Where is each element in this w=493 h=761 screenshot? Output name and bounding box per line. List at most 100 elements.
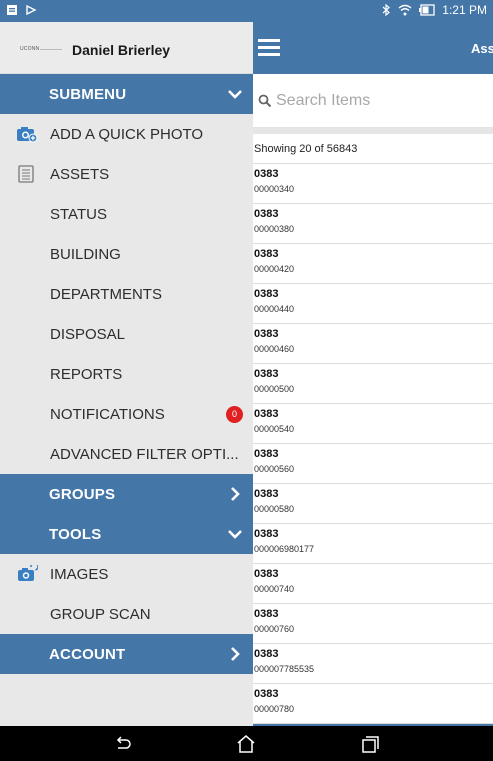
section-submenu[interactable]: SUBMENU xyxy=(0,74,253,114)
item-title: 0383 xyxy=(254,208,279,220)
section-groups[interactable]: GROUPS xyxy=(0,474,253,514)
chevron-right-icon xyxy=(231,647,240,661)
wifi-icon xyxy=(398,4,412,16)
item-title: 0383 xyxy=(254,528,279,540)
status-bar-left xyxy=(6,4,37,16)
menu-item-label: ADD A QUICK PHOTO xyxy=(50,126,204,143)
menu-item-label: DISPOSAL xyxy=(50,326,126,343)
item-id: 00000380 xyxy=(254,224,295,234)
item-id: 00000760 xyxy=(254,624,295,634)
menu-item-notifications[interactable]: NOTIFICATIONS 0 xyxy=(0,394,253,434)
search-input[interactable] xyxy=(276,88,476,114)
menu-item-advanced-filter[interactable]: ADVANCED FILTER OPTI... xyxy=(0,434,253,474)
list-item[interactable]: 0383 00000500 xyxy=(248,364,493,404)
navigation-drawer: UCONN Daniel Brierley SUBMENU ADD A QUIC… xyxy=(0,22,253,726)
list-item[interactable]: 0383 00000780 xyxy=(248,684,493,724)
item-id: 00000540 xyxy=(254,424,295,434)
menu-item-building[interactable]: BUILDING xyxy=(0,234,253,274)
list-item[interactable]: 0383 00000420 xyxy=(248,244,493,284)
list-item[interactable]: 0383 00000580 xyxy=(248,484,493,524)
user-name: Daniel Brierley xyxy=(72,42,171,58)
menu-item-reports[interactable]: REPORTS xyxy=(0,354,253,394)
list-item[interactable]: 0383 00000440 xyxy=(248,284,493,324)
menu-item-label: BUILDING xyxy=(50,246,121,263)
menu-item-images[interactable]: IMAGES xyxy=(0,554,253,594)
recent-apps-icon[interactable] xyxy=(360,734,380,754)
menu-item-add-quick-photo[interactable]: ADD A QUICK PHOTO xyxy=(0,114,253,154)
list-item[interactable]: 0383 00000380 xyxy=(248,204,493,244)
menu-item-label: ADVANCED FILTER OPTI... xyxy=(50,446,239,463)
section-label: SUBMENU xyxy=(49,86,127,103)
menu-item-label: STATUS xyxy=(50,206,107,223)
section-label: TOOLS xyxy=(49,526,102,543)
item-title: 0383 xyxy=(254,568,279,580)
item-id: 00000740 xyxy=(254,584,295,594)
item-id: 00000580 xyxy=(254,504,295,514)
search-bar[interactable] xyxy=(248,74,493,128)
menu-item-label: ASSETS xyxy=(50,166,110,183)
results-count: Showing 20 of 56843 xyxy=(248,134,493,164)
menu-icon[interactable] xyxy=(258,39,280,56)
chevron-right-icon xyxy=(231,487,240,501)
item-title: 0383 xyxy=(254,648,279,660)
logo: UCONN xyxy=(20,46,40,52)
item-title: 0383 xyxy=(254,368,279,380)
item-title: 0383 xyxy=(254,248,279,260)
menu-item-disposal[interactable]: DISPOSAL xyxy=(0,314,253,354)
list-item[interactable]: 0383 00000540 xyxy=(248,404,493,444)
back-icon[interactable] xyxy=(113,734,133,754)
chevron-down-icon xyxy=(228,530,242,539)
item-title: 0383 xyxy=(254,488,279,500)
home-icon[interactable] xyxy=(236,734,256,754)
section-label: GROUPS xyxy=(49,486,116,503)
section-account[interactable]: ACCOUNT xyxy=(0,634,253,674)
item-title: 0383 xyxy=(254,288,279,300)
item-title: 0383 xyxy=(254,608,279,620)
chevron-down-icon xyxy=(228,90,242,99)
cast-icon xyxy=(26,4,37,16)
item-title: 0383 xyxy=(254,448,279,460)
camera-refresh-icon xyxy=(18,565,38,581)
item-title: 0383 xyxy=(254,328,279,340)
item-title: 0383 xyxy=(254,168,279,180)
item-id: 00000560 xyxy=(254,464,295,474)
menu-item-label: GROUP SCAN xyxy=(50,606,151,623)
item-id: 000006980177 xyxy=(254,544,315,554)
main-panel: Ass Showing 20 of 56843 0383 00000340 038… xyxy=(248,22,493,728)
asset-list: 0383 00000340 0383 00000380 0383 00000420 0… xyxy=(248,164,493,724)
system-nav-bar xyxy=(0,726,493,761)
item-id: 00000420 xyxy=(254,264,295,274)
notification-icon xyxy=(7,5,17,15)
menu-item-status[interactable]: STATUS xyxy=(0,194,253,234)
bluetooth-icon xyxy=(382,4,391,16)
menu-item-label: NOTIFICATIONS xyxy=(50,406,165,423)
document-icon xyxy=(18,165,34,183)
list-item[interactable]: 0383 00000560 xyxy=(248,444,493,484)
list-item[interactable]: 0383 000007785535 xyxy=(248,644,493,684)
search-icon xyxy=(258,94,272,108)
menu-item-assets[interactable]: ASSETS xyxy=(0,154,253,194)
list-item[interactable]: 0383 00000460 xyxy=(248,324,493,364)
status-bar-right: 1:21 PM xyxy=(382,3,487,17)
notification-count-badge: 0 xyxy=(226,406,243,423)
item-id: 00000780 xyxy=(254,704,295,714)
menu-item-label: DEPARTMENTS xyxy=(50,286,162,303)
item-id: 00000340 xyxy=(254,184,295,194)
list-item[interactable]: 0383 00000760 xyxy=(248,604,493,644)
menu-item-group-scan[interactable]: GROUP SCAN xyxy=(0,594,253,634)
item-id: 00000460 xyxy=(254,344,295,354)
item-id: 00000440 xyxy=(254,304,295,314)
list-item[interactable]: 0383 000006980177 xyxy=(248,524,493,564)
menu-item-departments[interactable]: DEPARTMENTS xyxy=(0,274,253,314)
menu-item-label: IMAGES xyxy=(50,566,109,583)
section-label: ACCOUNT xyxy=(49,646,126,663)
list-item[interactable]: 0383 00000740 xyxy=(248,564,493,604)
section-tools[interactable]: TOOLS xyxy=(0,514,253,554)
camera-add-icon xyxy=(17,127,38,143)
status-bar: 1:21 PM xyxy=(0,0,493,22)
item-title: 0383 xyxy=(254,408,279,420)
list-item[interactable]: 0383 00000340 xyxy=(248,164,493,204)
battery-icon xyxy=(419,4,435,16)
profile-header: UCONN Daniel Brierley xyxy=(0,22,253,74)
item-id: 000007785535 xyxy=(254,664,315,674)
